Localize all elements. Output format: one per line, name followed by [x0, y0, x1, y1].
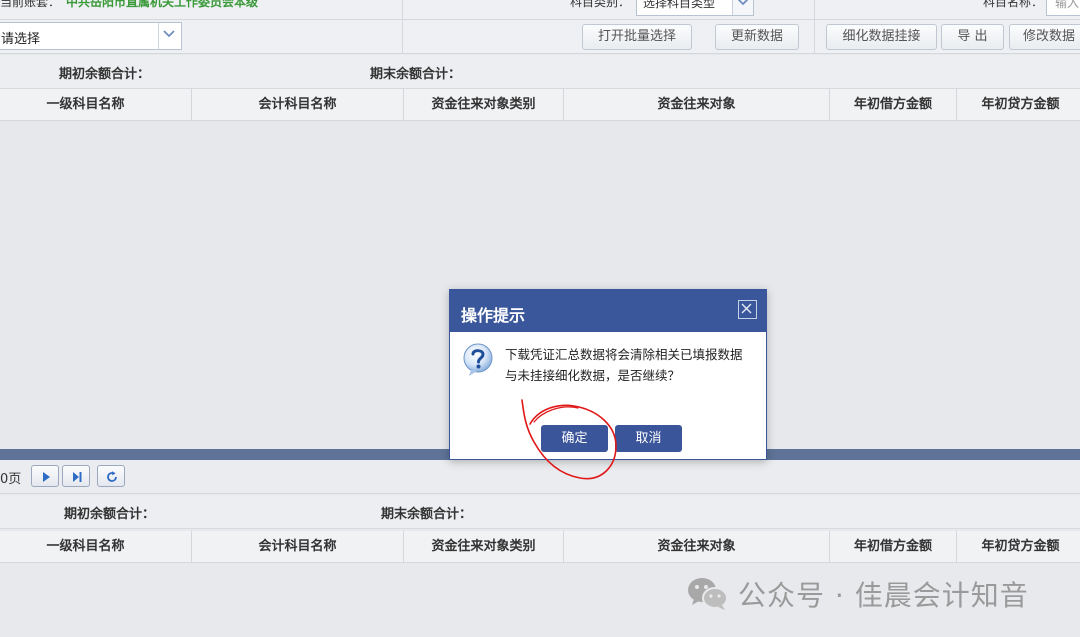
question-icon	[461, 343, 495, 377]
column-header-opening-debit[interactable]: 年初借方金额	[830, 531, 957, 563]
subject-type-select[interactable]: 选择科目类型	[636, 0, 754, 16]
column-header-opening-credit[interactable]: 年初贷方金额	[957, 89, 1080, 121]
upper-summary-row: 期初余额合计： 期末余额合计：	[0, 55, 1080, 89]
subject-name-input[interactable]: 输入	[1046, 0, 1080, 16]
modify-data-button[interactable]: 修改数据	[1009, 24, 1080, 50]
last-page-button[interactable]	[62, 465, 90, 487]
chevron-down-icon[interactable]	[158, 23, 181, 49]
column-header-level1-subject[interactable]: 一级科目名称	[0, 531, 192, 563]
lower-summary-row: 期初余额合计： 期末余额合计：	[0, 495, 1080, 529]
current-account-name: 中共岳阳市直属机关工作委员会本级	[66, 0, 259, 9]
refresh-icon	[107, 471, 117, 482]
refresh-data-button[interactable]: 更新数据	[715, 24, 799, 50]
divider	[814, 20, 815, 54]
confirm-dialog: 操作提示 下载凭证汇总数据将会清除相关已填报数据 与未挂接细化数据，是否继续？ …	[449, 289, 767, 460]
opening-total-label: 期初余额合计：	[64, 507, 156, 522]
cancel-button[interactable]: 取消	[615, 425, 682, 452]
divider	[402, 0, 403, 19]
current-account-label: 当前账套：	[0, 0, 61, 9]
detail-link-button[interactable]: 细化数据挂接	[826, 24, 937, 50]
closing-total-label: 期末余额合计：	[381, 507, 473, 522]
column-header-counterparty[interactable]: 资金往来对象	[564, 531, 830, 563]
dialog-message: 下载凭证汇总数据将会清除相关已填报数据 与未挂接细化数据，是否继续？	[505, 344, 761, 386]
lower-table-header: 一级科目名称 会计科目名称 资金往来对象类别 资金往来对象 年初借方金额 年初贷…	[0, 531, 1080, 563]
close-button[interactable]	[738, 300, 757, 319]
unit-select-value: 请选择	[1, 32, 41, 47]
refresh-page-button[interactable]	[97, 465, 125, 487]
watermark-text: 公众号 · 佳晨会计知音	[738, 579, 1029, 612]
confirm-button[interactable]: 确定	[541, 425, 608, 452]
play-icon	[43, 472, 50, 482]
opening-total-label: 期初余额合计：	[59, 67, 151, 82]
top-filter-bar: 当前账套： 中共岳阳市直属机关工作委员会本级 科目类别： 选择科目类型 科目名称：…	[0, 0, 1080, 20]
dialog-message-line: 与未挂接细化数据，是否继续？	[505, 368, 681, 383]
unit-select[interactable]: 请选择	[0, 22, 182, 50]
dialog-title: 操作提示	[461, 306, 526, 325]
column-header-opening-debit[interactable]: 年初借方金额	[830, 89, 957, 121]
column-header-account-subject[interactable]: 会计科目名称	[192, 531, 404, 563]
next-page-button[interactable]	[31, 465, 59, 487]
skip-forward-icon	[73, 472, 82, 482]
column-header-opening-credit[interactable]: 年初贷方金额	[957, 531, 1080, 563]
divider	[402, 20, 403, 54]
upper-table-header: 一级科目名称 会计科目名称 资金往来对象类别 资金往来对象 年初借方金额 年初贷…	[0, 89, 1080, 121]
wechat-icon	[688, 578, 728, 610]
chevron-down-icon[interactable]	[732, 0, 753, 15]
column-header-counterparty-type[interactable]: 资金往来对象类别	[404, 89, 564, 121]
column-header-account-subject[interactable]: 会计科目名称	[192, 89, 404, 121]
page-count-text: 0页	[0, 472, 22, 487]
column-header-level1-subject[interactable]: 一级科目名称	[0, 89, 192, 121]
current-account: 当前账套： 中共岳阳市直属机关工作委员会本级	[0, 0, 258, 10]
subject-name-label: 科目名称：	[983, 0, 1044, 9]
export-button[interactable]: 导 出	[941, 24, 1004, 50]
closing-total-label: 期末余额合计：	[370, 67, 462, 82]
dialog-message-line: 下载凭证汇总数据将会清除相关已填报数据	[505, 347, 743, 362]
pager-bar: 0页	[0, 460, 1080, 494]
batch-select-button[interactable]: 打开批量选择	[582, 24, 692, 50]
dialog-header: 操作提示	[450, 290, 766, 332]
close-icon	[741, 303, 752, 314]
subject-type-label: 科目类别：	[570, 0, 631, 9]
subject-type-value: 选择科目类型	[643, 0, 716, 10]
divider	[814, 0, 815, 19]
column-header-counterparty[interactable]: 资金往来对象	[564, 89, 830, 121]
column-header-counterparty-type[interactable]: 资金往来对象类别	[404, 531, 564, 563]
